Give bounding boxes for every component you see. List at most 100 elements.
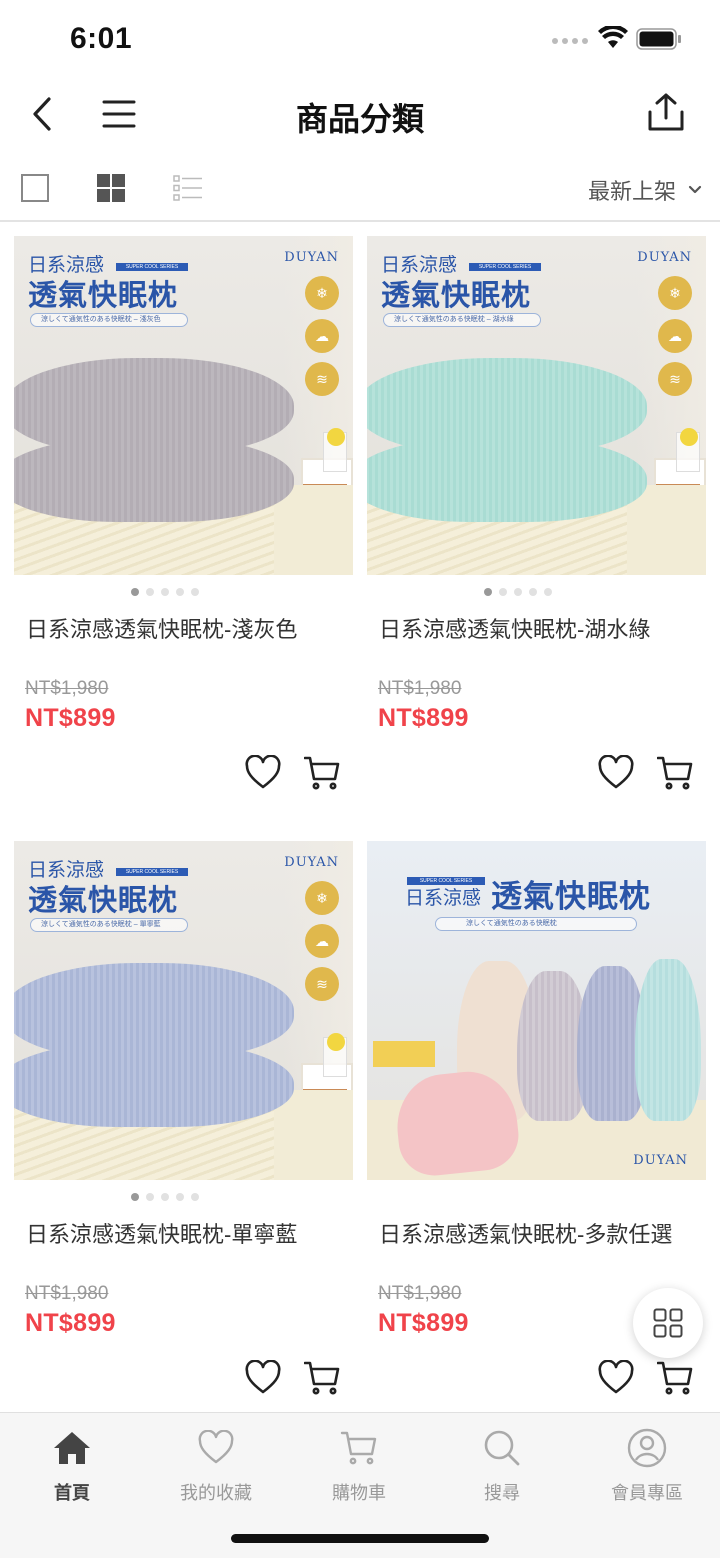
feature-badges: ❄ ☁ ≋ (305, 881, 339, 1001)
brand-logo: DUYAN (633, 1153, 688, 1168)
single-view-icon (21, 174, 49, 202)
status-bar: 6:01 (0, 0, 720, 78)
image-subtitle: 涼しくて通気性のある快眠枕 – 單寧藍 (30, 918, 188, 932)
product-card[interactable]: 日系涼感 SUPER COOL SERIES 透氣快眠枕 涼しくて通気性のある快… (14, 841, 353, 1400)
heart-icon (598, 1360, 634, 1394)
sort-dropdown[interactable]: 最新上架 (588, 174, 702, 206)
feature-badges: ❄ ☁ ≋ (658, 276, 692, 396)
share-icon (648, 93, 684, 131)
sale-price: NT$899 (25, 704, 116, 732)
pillow-image (635, 959, 701, 1121)
sale-price: NT$899 (25, 1309, 116, 1337)
page-title: 商品分類 (295, 101, 424, 137)
add-to-cart-button[interactable] (304, 1360, 340, 1396)
product-card[interactable]: 日系涼感 SUPER COOL SERIES 透氣快眠枕 涼しくて通気性のある快… (367, 236, 706, 795)
heart-icon (245, 755, 281, 789)
tab-home[interactable]: 首頁 (17, 1427, 127, 1505)
grid-view-button[interactable] (95, 172, 127, 204)
pillow-image (14, 358, 294, 454)
product-name[interactable]: 日系涼感透氣快眠枕-淺灰色 (14, 612, 353, 668)
product-name[interactable]: 日系涼感透氣快眠枕-多款任選 (367, 1217, 706, 1273)
product-card[interactable]: 日系涼感 SUPER COOL SERIES 透氣快眠枕 涼しくて通気性のある快… (14, 236, 353, 795)
list-view-button[interactable] (172, 172, 204, 204)
carousel-dots (0, 588, 353, 596)
tab-search[interactable]: 搜尋 (447, 1427, 557, 1505)
brand-logo: DUYAN (637, 250, 692, 265)
list-view-icon (173, 175, 202, 201)
snowflake-icon: ❄ (658, 276, 692, 310)
waves-icon: ≋ (305, 967, 339, 1001)
image-series-label: SUPER COOL SERIES (469, 263, 541, 271)
floating-category-button[interactable] (633, 1288, 703, 1358)
add-to-cart-button[interactable] (657, 755, 693, 791)
image-title-small: 日系涼感 (405, 887, 482, 909)
image-series-label: SUPER COOL SERIES (116, 263, 188, 271)
original-price: NT$1,980 (25, 1283, 109, 1304)
favorite-button[interactable] (245, 755, 281, 791)
carousel-dots (0, 1193, 353, 1201)
product-name[interactable]: 日系涼感透氣快眠枕-單寧藍 (14, 1217, 353, 1273)
battery-icon (636, 28, 681, 50)
tab-cart[interactable]: 購物車 (304, 1427, 414, 1505)
cloud-icon: ☁ (305, 319, 339, 353)
view-toolbar: 最新上架 (0, 152, 720, 222)
add-to-cart-button[interactable] (304, 755, 340, 791)
cloud-icon: ☁ (658, 319, 692, 353)
search-icon (484, 1430, 520, 1466)
heart-icon (198, 1430, 234, 1464)
sale-price: NT$899 (378, 704, 469, 732)
carousel-dots (329, 588, 706, 596)
wifi-icon (598, 26, 628, 48)
cart-icon (657, 1361, 693, 1395)
cart-icon (304, 756, 340, 790)
home-icon (54, 1432, 90, 1464)
snowflake-icon: ❄ (305, 881, 339, 915)
cart-icon (304, 1361, 340, 1395)
tab-label: 首頁 (54, 1483, 90, 1503)
brand-logo: DUYAN (284, 250, 339, 265)
tab-label: 搜尋 (484, 1483, 520, 1503)
chevron-down-icon (688, 185, 702, 194)
heart-icon (598, 755, 634, 789)
tab-label: 我的收藏 (180, 1483, 252, 1503)
cloud-icon: ☁ (305, 924, 339, 958)
add-to-cart-button[interactable] (657, 1360, 693, 1396)
home-indicator (231, 1534, 489, 1543)
product-image[interactable]: 日系涼感 SUPER COOL SERIES 透氣快眠枕 涼しくて通気性のある快… (14, 236, 353, 575)
tab-label: 購物車 (332, 1483, 386, 1503)
image-series-label: SUPER COOL SERIES (116, 868, 188, 876)
grid-view-icon (97, 174, 125, 202)
user-icon (627, 1428, 667, 1468)
image-title-big: 透氣快眠枕 (28, 278, 179, 312)
snowflake-icon: ❄ (305, 276, 339, 310)
waves-icon: ≋ (305, 362, 339, 396)
favorite-button[interactable] (245, 1360, 281, 1396)
tab-label: 會員專區 (611, 1483, 683, 1503)
product-name[interactable]: 日系涼感透氣快眠枕-湖水綠 (367, 612, 706, 668)
image-title-big: 透氣快眠枕 (28, 883, 179, 917)
status-time: 6:01 (70, 22, 133, 55)
image-title-big: 透氣快眠枕 (381, 278, 532, 312)
pillow-image (14, 963, 294, 1059)
image-subtitle: 涼しくて通気性のある快眠枕 (435, 917, 637, 931)
product-image[interactable]: 日系涼感 SUPER COOL SERIES 透氣快眠枕 涼しくて通気性のある快… (367, 236, 706, 575)
sort-label: 最新上架 (587, 179, 676, 204)
image-subtitle: 涼しくて通気性のある快眠枕 – 淺灰色 (30, 313, 188, 327)
cart-icon (340, 1431, 377, 1465)
original-price: NT$1,980 (378, 678, 462, 699)
tab-member[interactable]: 會員專區 (592, 1427, 702, 1505)
product-image[interactable]: 日系涼感 SUPER COOL SERIES 透氣快眠枕 涼しくて通気性のある快… (14, 841, 353, 1180)
image-title-big: 透氣快眠枕 (491, 879, 651, 915)
single-view-button[interactable] (19, 172, 51, 204)
original-price: NT$1,980 (25, 678, 109, 699)
favorite-button[interactable] (598, 755, 634, 791)
cart-icon (657, 756, 693, 790)
heart-icon (245, 1360, 281, 1394)
tab-favorites[interactable]: 我的收藏 (161, 1427, 271, 1505)
feature-badges: ❄ ☁ ≋ (305, 276, 339, 396)
product-image[interactable]: SUPER COOL SERIES 日系涼感 透氣快眠枕 涼しくて通気性のある快… (367, 841, 706, 1180)
share-button[interactable] (644, 88, 688, 136)
image-subtitle: 涼しくて通気性のある快眠枕 – 湖水綠 (383, 313, 541, 327)
favorite-button[interactable] (598, 1360, 634, 1396)
brand-logo: DUYAN (284, 855, 339, 870)
